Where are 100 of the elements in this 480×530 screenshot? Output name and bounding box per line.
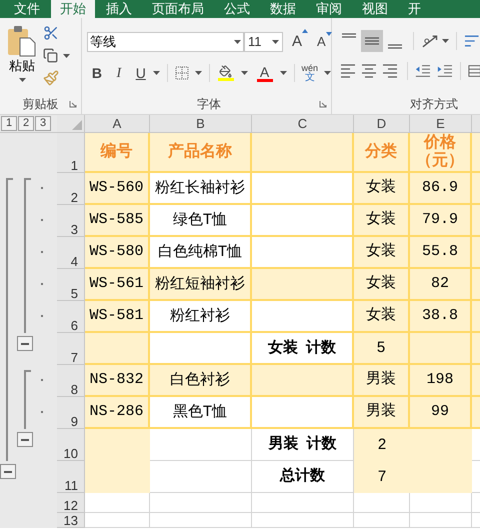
row-header[interactable]: 2 xyxy=(57,173,85,205)
shrink-font-button[interactable]: A xyxy=(314,32,329,52)
column-heading: 价格（元） xyxy=(415,134,465,170)
minus-icon xyxy=(21,342,29,344)
row-header[interactable]: 9 xyxy=(57,397,85,429)
ribbon-tab[interactable]: 数据 xyxy=(261,0,305,18)
bold-button[interactable]: B xyxy=(87,62,107,84)
align-icon xyxy=(365,37,380,45)
cell-text: WS-580 xyxy=(89,242,144,262)
outline-level-button[interactable]: 3 xyxy=(35,116,51,131)
phonetic-button[interactable]: wén 文 xyxy=(302,63,318,83)
cell-text: WS-585 xyxy=(89,210,144,230)
vertical-align-button[interactable] xyxy=(361,30,383,52)
cell-text: WS-561 xyxy=(89,274,144,294)
group-label: 对齐方式 xyxy=(410,96,458,113)
row-header[interactable]: 12 xyxy=(57,493,85,513)
ribbon-tab[interactable]: 视图 xyxy=(353,0,397,18)
cell-text: 女装 计数 xyxy=(268,338,336,358)
outline-level-button[interactable]: 1 xyxy=(1,116,17,131)
ribbon-tab[interactable]: 页面布局 xyxy=(143,0,213,18)
cell-text: 粉红衬衫 xyxy=(170,306,230,326)
cell-text: 5 xyxy=(376,338,386,358)
group-label: 字体 xyxy=(197,96,221,113)
decrease-indent-icon[interactable] xyxy=(415,63,431,79)
collapse-button[interactable] xyxy=(17,336,33,351)
borders-icon[interactable] xyxy=(174,66,189,80)
row-header[interactable]: 7 xyxy=(57,333,85,365)
italic-button[interactable]: I xyxy=(108,62,129,84)
increase-indent-icon[interactable] xyxy=(436,63,453,79)
column-header[interactable]: D xyxy=(354,115,410,132)
fill-color-button[interactable] xyxy=(216,65,235,81)
align-icon xyxy=(388,44,402,49)
caret-icon[interactable] xyxy=(152,71,160,75)
cell-text: 男装 xyxy=(366,370,396,390)
collapse-button[interactable] xyxy=(17,432,33,447)
row-header[interactable]: 13 xyxy=(57,513,85,528)
column-header[interactable]: A xyxy=(85,115,150,132)
collapse-button[interactable] xyxy=(0,464,16,479)
row-header[interactable]: 3 xyxy=(57,205,85,237)
minus-icon xyxy=(21,438,29,440)
up-caret-icon xyxy=(302,28,308,33)
ribbon-tab[interactable]: 审阅 xyxy=(307,0,351,18)
column-heading: 编号 xyxy=(100,143,132,161)
row-header[interactable]: 10 xyxy=(57,429,85,461)
cell-text: 女装 xyxy=(366,242,396,262)
wrap-text-icon[interactable] xyxy=(464,33,480,49)
font-name-field[interactable]: 等线 xyxy=(87,32,244,52)
row-header[interactable]: 4 xyxy=(57,237,85,269)
caret-icon[interactable] xyxy=(240,71,248,75)
grow-font-button[interactable]: A xyxy=(289,30,306,54)
column-heading: 产品名称 xyxy=(168,143,232,161)
ribbon-tab[interactable]: 开 xyxy=(399,0,430,18)
row-header[interactable]: 5 xyxy=(57,269,85,301)
copy-icon[interactable] xyxy=(43,48,58,63)
cut-icon[interactable] xyxy=(43,25,59,41)
dialog-launcher-icon[interactable] xyxy=(69,100,77,108)
ribbon-tab[interactable]: 公式 xyxy=(215,0,259,18)
group-label: 剪贴板 xyxy=(22,96,58,113)
cell-text: 女装 xyxy=(366,210,396,230)
underline-button[interactable]: U xyxy=(130,62,151,84)
ribbon-tab[interactable]: 文件 xyxy=(5,0,49,18)
cell-text: 82 xyxy=(430,274,449,294)
dialog-launcher-icon[interactable] xyxy=(319,100,327,108)
paste-icon xyxy=(7,25,37,57)
ribbon-tab[interactable]: 开始 xyxy=(51,0,95,18)
row-header[interactable]: 8 xyxy=(57,365,85,397)
cell-text: WS-560 xyxy=(89,178,144,198)
caret-icon[interactable] xyxy=(324,71,332,75)
caret-icon[interactable] xyxy=(442,39,450,43)
cell-text: WS-581 xyxy=(89,306,144,326)
caret-icon[interactable] xyxy=(280,71,286,75)
caret-icon[interactable] xyxy=(194,71,202,75)
row-header[interactable]: 6 xyxy=(57,301,85,333)
font-color-button[interactable]: A xyxy=(256,64,274,82)
cell-text: 男装 计数 xyxy=(268,434,337,454)
cell-text: 女装 xyxy=(366,178,396,198)
cell-text: 86.9 xyxy=(422,178,458,198)
caret-icon[interactable] xyxy=(18,78,26,82)
column-header[interactable]: E xyxy=(410,115,472,132)
caret-icon[interactable] xyxy=(63,54,70,58)
column-header[interactable]: B xyxy=(150,115,252,132)
caret-icon[interactable] xyxy=(234,40,241,44)
cell-text: NS-286 xyxy=(89,402,144,422)
cell-text: 男装 xyxy=(366,402,396,422)
column-header[interactable]: C xyxy=(252,115,354,132)
caret-icon[interactable] xyxy=(272,40,279,44)
outline-level-button[interactable]: 2 xyxy=(18,116,34,131)
ribbon-tab[interactable]: 插入 xyxy=(97,0,141,18)
row-header[interactable]: 11 xyxy=(57,461,85,493)
align-icon xyxy=(342,33,356,38)
cell-text: 55.8 xyxy=(422,242,458,262)
corner-triangle-icon xyxy=(72,120,82,130)
paste-button[interactable]: 粘贴 xyxy=(6,25,38,94)
cell-text: 99 xyxy=(430,402,449,422)
align-icon xyxy=(340,64,355,78)
merge-cells-icon[interactable] xyxy=(468,63,480,79)
row-header[interactable]: 1 xyxy=(57,133,85,173)
font-size-field[interactable]: 11 xyxy=(244,32,283,52)
minus-icon xyxy=(4,470,12,472)
cell-text: 女装 xyxy=(366,274,396,294)
